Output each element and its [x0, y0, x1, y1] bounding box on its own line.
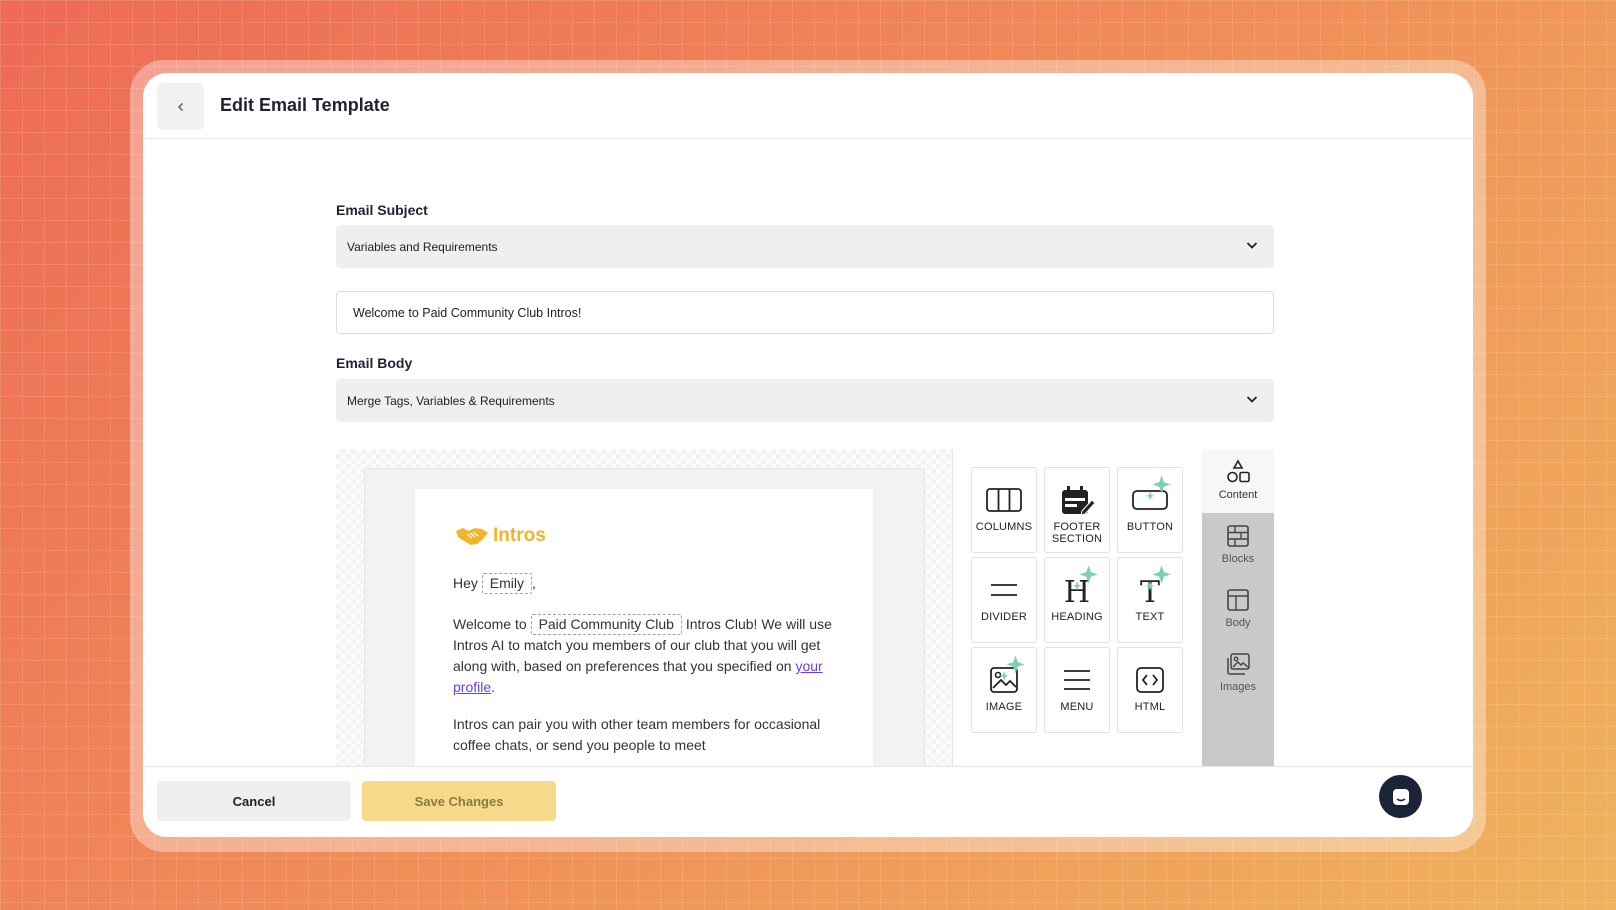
greeting-prefix: Hey	[453, 575, 478, 591]
page-title: Edit Email Template	[220, 95, 390, 115]
subject-accordion-label: Variables and Requirements	[347, 239, 498, 254]
tool-label: BUTTON	[1126, 521, 1174, 533]
tool-label: TEXT	[1135, 611, 1165, 623]
email-body-label: Email Body	[336, 355, 413, 371]
paragraph-welcome: Welcome to Paid Community Club Intros Cl…	[453, 614, 833, 698]
greeting-line: Hey Emily,	[453, 573, 833, 594]
tool-label: HTML	[1134, 701, 1166, 713]
intros-logo: Intros	[455, 525, 546, 547]
email-preview-content[interactable]: Intros Hey Emily, Welcome to Paid Commun…	[415, 489, 873, 766]
tab-images[interactable]: Images	[1202, 641, 1274, 705]
footer-section-icon	[1062, 486, 1096, 516]
tool-heading[interactable]: H HEADING	[1044, 557, 1110, 643]
back-button[interactable]	[157, 83, 204, 130]
tool-label: FOOTER SECTION	[1051, 521, 1103, 545]
chevron-down-icon	[1246, 396, 1258, 403]
content-tools-panel: COLUMNS FOOTER SECTION BUTTON DIVIDER H …	[952, 449, 1202, 766]
handshake-icon	[456, 528, 488, 545]
tab-label: Body	[1225, 617, 1251, 629]
body-accordion-label: Merge Tags, Variables & Requirements	[347, 393, 555, 408]
editor-canvas[interactable]: Intros Hey Emily, Welcome to Paid Commun…	[336, 449, 952, 766]
tool-columns[interactable]: COLUMNS	[971, 467, 1037, 553]
tab-label: Blocks	[1221, 553, 1255, 565]
chevron-left-icon	[177, 102, 183, 111]
logo-text: Intros	[493, 525, 546, 546]
tool-html[interactable]: HTML	[1117, 647, 1183, 733]
columns-icon	[986, 488, 1022, 512]
images-icon	[1227, 653, 1250, 675]
sparkle-icon	[999, 655, 1025, 681]
email-subject-value: Welcome to Paid Community Club Intros!	[353, 305, 582, 320]
body-merge-tags-accordion[interactable]: Merge Tags, Variables & Requirements	[336, 379, 1274, 422]
tab-label: Content	[1218, 489, 1258, 501]
tool-footer-section[interactable]: FOOTER SECTION	[1044, 467, 1110, 553]
sparkle-icon	[1145, 565, 1171, 591]
club-merge-tag[interactable]: Paid Community Club	[530, 614, 682, 635]
divider-icon	[991, 584, 1017, 596]
email-editor: Intros Hey Emily, Welcome to Paid Commun…	[336, 449, 1274, 766]
email-subject-input[interactable]: Welcome to Paid Community Club Intros!	[336, 291, 1274, 334]
p1-end: .	[491, 679, 496, 695]
sparkle-icon	[1145, 475, 1171, 501]
email-subject-label: Email Subject	[336, 202, 428, 218]
name-merge-tag[interactable]: Emily	[481, 573, 533, 594]
tab-content[interactable]: Content	[1202, 449, 1274, 513]
tool-divider[interactable]: DIVIDER	[971, 557, 1037, 643]
tab-body[interactable]: Body	[1202, 577, 1274, 641]
paragraph-pairing: Intros can pair you with other team memb…	[453, 716, 821, 753]
tool-menu[interactable]: MENU	[1044, 647, 1110, 733]
sparkle-icon	[1072, 565, 1098, 591]
chat-launcher-button[interactable]	[1379, 775, 1422, 818]
chevron-down-icon	[1246, 242, 1258, 249]
blocks-icon	[1227, 525, 1249, 547]
tab-label: Images	[1219, 681, 1257, 693]
tool-label: DIVIDER	[980, 611, 1028, 623]
subject-variables-accordion[interactable]: Variables and Requirements	[336, 225, 1274, 268]
p1-prefix: Welcome to	[453, 616, 527, 632]
email-preview-outer: Intros Hey Emily, Welcome to Paid Commun…	[364, 468, 925, 766]
chat-icon	[1392, 788, 1409, 805]
cancel-button[interactable]: Cancel	[157, 781, 351, 821]
tool-label: IMAGE	[985, 701, 1023, 713]
edit-template-window: Edit Email Template Email Subject Variab…	[143, 73, 1473, 837]
html-icon	[1136, 667, 1164, 693]
save-changes-button[interactable]: Save Changes	[362, 781, 556, 821]
header: Edit Email Template	[143, 73, 1473, 139]
tool-label: MENU	[1060, 701, 1094, 713]
tool-label: COLUMNS	[975, 521, 1033, 533]
footer-bar: Cancel Save Changes	[143, 766, 1473, 837]
tab-blocks[interactable]: Blocks	[1202, 513, 1274, 577]
editor-side-tabs: Content Blocks Body Images	[1202, 449, 1274, 766]
menu-icon	[1064, 670, 1090, 690]
tool-text[interactable]: T TEXT	[1117, 557, 1183, 643]
tool-image[interactable]: IMAGE	[971, 647, 1037, 733]
tool-button[interactable]: BUTTON	[1117, 467, 1183, 553]
tool-label: HEADING	[1051, 611, 1103, 623]
shapes-icon	[1227, 459, 1250, 483]
body-layout-icon	[1227, 589, 1249, 611]
greeting-suffix: ,	[532, 575, 536, 591]
